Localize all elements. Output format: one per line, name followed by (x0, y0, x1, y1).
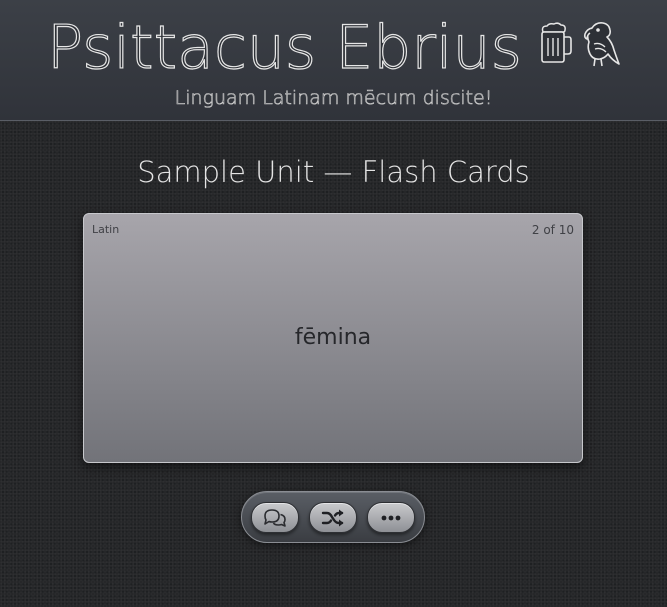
more-options-button[interactable] (367, 502, 415, 533)
flash-card[interactable]: Latin 2 of 10 fēmina (83, 213, 583, 463)
shuffle-icon (321, 509, 344, 526)
parrot-icon (583, 22, 620, 67)
more-options-icon (381, 515, 401, 520)
site-tagline: Linguam Latinam mēcum discite! (174, 87, 493, 110)
discuss-button[interactable] (251, 502, 299, 533)
card-counter: 2 of 10 (531, 223, 574, 237)
shuffle-button[interactable] (309, 502, 357, 533)
card-word: fēmina (294, 325, 372, 350)
card-toolbar (241, 491, 425, 543)
site-title: Psittacus Ebrius (46, 12, 522, 83)
brand-icons (537, 20, 620, 76)
beer-mug-icon (541, 22, 572, 63)
chat-bubbles-icon (264, 508, 286, 527)
card-language-label: Latin (92, 223, 120, 236)
page-title: Sample Unit — Flash Cards (137, 155, 530, 189)
site-header: Psittacus Ebrius Linguam Latinam mēcum d… (0, 0, 667, 121)
brand: Psittacus Ebrius (0, 8, 667, 88)
